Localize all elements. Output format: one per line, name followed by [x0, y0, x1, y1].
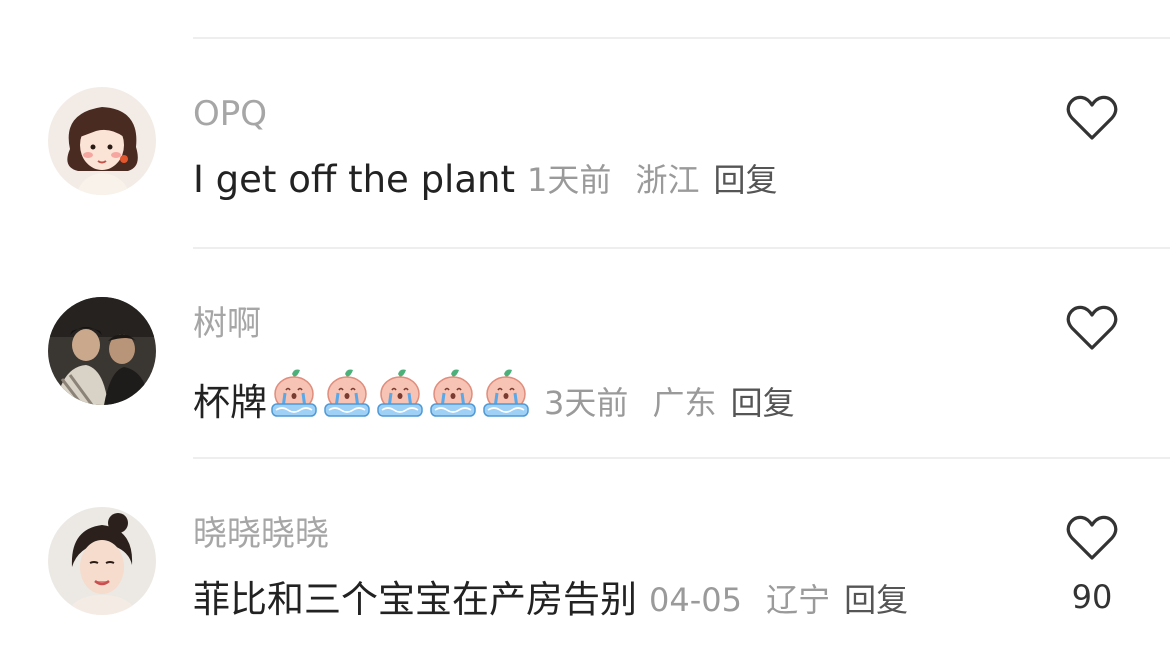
divider: [193, 247, 1170, 249]
username[interactable]: OPQ: [193, 94, 267, 134]
comment-item: 树啊 杯牌 3天前 广东 回复: [0, 250, 1170, 460]
heart-icon[interactable]: [1066, 304, 1118, 352]
like-count: 90: [1071, 578, 1113, 616]
avatar[interactable]: [48, 87, 156, 195]
comment-time: 3天前: [544, 383, 629, 422]
reply-button[interactable]: 回复: [844, 578, 908, 622]
comment-line: I get off the plant 1天前 浙江 回复: [193, 158, 778, 202]
crying-peach-emoji-icon: [480, 368, 532, 420]
crying-peach-emoji-icon: [321, 368, 373, 420]
comment-text: 菲比和三个宝宝在产房告别: [193, 578, 637, 621]
comment-list: OPQ I get off the plant 1天前 浙江 回复 树啊 杯牌 …: [0, 0, 1170, 659]
reply-button[interactable]: 回复: [714, 158, 778, 202]
comment-line: 菲比和三个宝宝在产房告别 04-05 辽宁 回复: [193, 578, 908, 622]
comment-meta: 04-05 辽宁: [649, 578, 844, 622]
comment-time: 1天前: [526, 161, 612, 199]
divider: [193, 457, 1170, 459]
divider: [193, 37, 1170, 39]
comment-text: 杯牌: [193, 380, 267, 424]
avatar[interactable]: [48, 297, 156, 405]
comment-meta: 3天前 广东: [544, 381, 731, 425]
comment-time: 04-05: [649, 581, 742, 619]
emoji-row: [267, 368, 532, 437]
heart-icon[interactable]: [1066, 514, 1118, 562]
avatar[interactable]: [48, 507, 156, 615]
comment-item: OPQ I get off the plant 1天前 浙江 回复: [0, 40, 1170, 250]
crying-peach-emoji-icon: [374, 368, 426, 420]
comment-meta: 1天前 浙江: [527, 158, 714, 202]
crying-peach-emoji-icon: [268, 368, 320, 420]
comment-text: I get off the plant: [193, 158, 515, 201]
comment-location: 辽宁: [766, 581, 831, 619]
heart-icon[interactable]: [1066, 94, 1118, 142]
reply-button[interactable]: 回复: [731, 381, 795, 425]
username[interactable]: 晓晓晓晓: [193, 514, 329, 554]
comment-location: 浙江: [635, 161, 700, 199]
comment-line: 杯牌 3天前 广东 回复: [193, 368, 795, 437]
comment-location: 广东: [652, 383, 717, 422]
username[interactable]: 树啊: [193, 304, 261, 344]
comment-item: 晓晓晓晓 菲比和三个宝宝在产房告别 04-05 辽宁 回复 90: [0, 460, 1170, 659]
crying-peach-emoji-icon: [427, 368, 479, 420]
